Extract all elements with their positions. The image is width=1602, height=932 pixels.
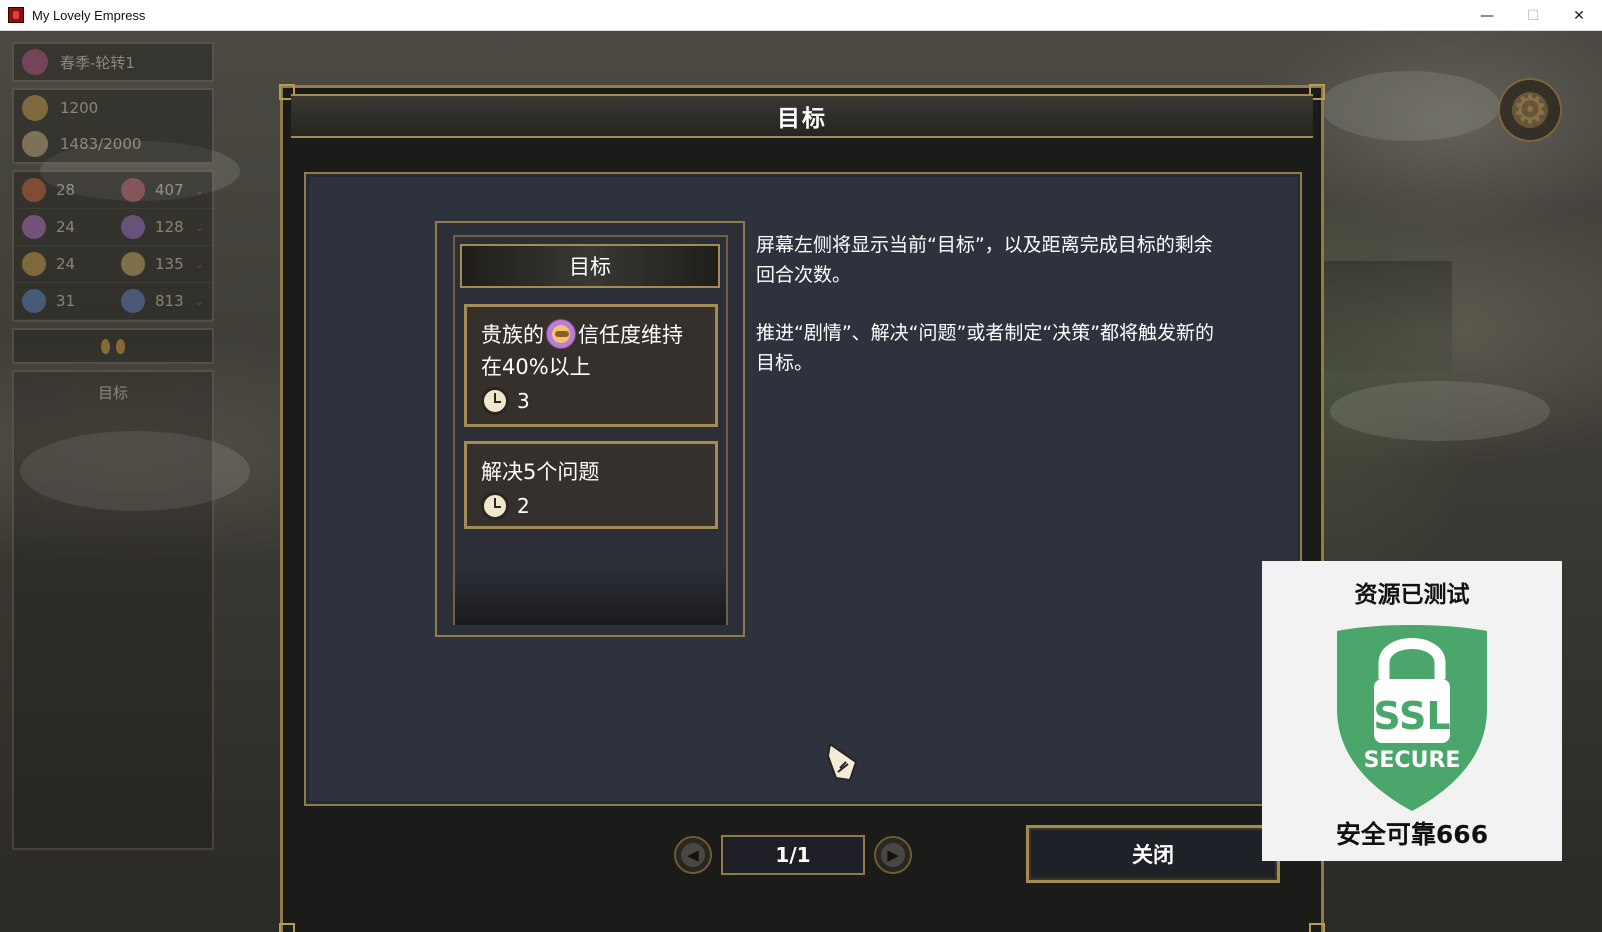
flame-indicator xyxy=(12,328,214,364)
security-watermark: 资源已测试 SSL SECURE 安全可靠666 xyxy=(1262,561,1562,861)
faction-icon xyxy=(22,178,46,202)
game-viewport: 春季-轮转1 1200 1483/2000 28 407 ⌄ 24 128 ⌄ 24… xyxy=(0,31,1602,932)
coin-icon xyxy=(22,95,48,121)
goals-panel-inner xyxy=(453,235,728,625)
faction-stat[interactable]: 813 ⌄ xyxy=(113,283,212,320)
faction-stat[interactable]: 135 ⌄ xyxy=(113,246,212,283)
close-button[interactable]: 关闭 xyxy=(1026,825,1280,883)
chevron-down-icon: ⌄ xyxy=(194,294,204,308)
goal-description: 屏幕左侧将显示当前“目标”，以及距离完成目标的剩余回合次数。 推进“剧情”、解决… xyxy=(756,230,1216,406)
clock-icon xyxy=(481,492,509,520)
next-page-button[interactable]: ▶ xyxy=(873,835,913,875)
goal-turns-value: 3 xyxy=(517,389,530,413)
goal-card: 解决5个问题 2 xyxy=(464,441,718,529)
badge-ssl-text: SSL xyxy=(1373,694,1450,738)
faction-stat[interactable]: 28 xyxy=(14,172,113,209)
window-controls: — ☐ ✕ xyxy=(1464,0,1602,31)
faction-stat[interactable]: 31 xyxy=(14,283,113,320)
faction-stat-value: 28 xyxy=(56,181,76,199)
goal-text-part: 贵族的 xyxy=(481,323,544,347)
goal-text: 解决5个问题 xyxy=(481,460,600,484)
gold-row: 1200 xyxy=(14,90,212,126)
background-cloud xyxy=(1330,381,1550,441)
season-panel: 春季-轮转1 xyxy=(12,42,214,82)
flame-icon xyxy=(101,338,110,354)
window-titlebar: My Lovely Empress — ☐ ✕ xyxy=(0,0,1602,31)
close-window-button[interactable]: ✕ xyxy=(1556,0,1602,31)
goals-panel-header: 目标 xyxy=(460,244,720,288)
faction-stat-value: 24 xyxy=(56,255,76,273)
resource-panel: 1200 1483/2000 xyxy=(12,88,214,164)
season-icon xyxy=(22,49,48,75)
chevron-down-icon: ⌄ xyxy=(194,220,204,234)
goal-sidebar-panel: 目标 xyxy=(12,370,214,850)
faction-stat[interactable]: 407 ⌄ xyxy=(113,172,212,209)
background-cloud xyxy=(1320,71,1500,141)
badge-secure-text: SECURE xyxy=(1364,748,1461,773)
goal-sidebar-button[interactable]: 目标 xyxy=(14,372,212,412)
faction-stat-value: 135 xyxy=(155,255,184,273)
hud-sidebar: 春季-轮转1 1200 1483/2000 28 407 ⌄ 24 128 ⌄ 24… xyxy=(12,42,214,850)
faction-icon xyxy=(22,252,46,276)
faction-stat[interactable]: 128 ⌄ xyxy=(113,209,212,246)
minimize-button[interactable]: — xyxy=(1464,0,1510,31)
flame-icon xyxy=(116,338,125,354)
faction-stat-value: 407 xyxy=(155,181,184,199)
chevron-down-icon: ⌄ xyxy=(194,257,204,271)
population-icon xyxy=(22,131,48,157)
pagination: ◀ 1/1 ▶ xyxy=(673,833,913,877)
modal-header: 目标 xyxy=(291,94,1313,138)
faction-stat-value: 813 xyxy=(155,292,184,310)
description-paragraph: 推进“剧情”、解决“问题”或者制定“决策”都将触发新的目标。 xyxy=(756,322,1215,374)
faction-stats-panel: 28 407 ⌄ 24 128 ⌄ 24 135 ⌄ 31 813 ⌄ xyxy=(12,170,214,322)
capacity-value: 1483/2000 xyxy=(60,135,142,153)
modal-content: 目标 贵族的 信任度维持在40%以上 3 解决5个问题 2 屏幕左侧将显示当前“… xyxy=(304,172,1302,806)
trust-icon xyxy=(546,319,576,349)
faction-icon xyxy=(121,178,145,202)
goal-text: 贵族的 信任度维持在40%以上 xyxy=(481,319,701,383)
modal-title: 目标 xyxy=(777,106,827,132)
app-icon xyxy=(8,7,24,23)
clock-icon xyxy=(481,387,509,415)
faction-stat-value: 31 xyxy=(56,292,76,310)
goal-turns: 3 xyxy=(481,387,701,415)
background-palace xyxy=(1312,261,1452,371)
chevron-down-icon: ⌄ xyxy=(194,183,204,197)
gold-value: 1200 xyxy=(60,99,99,117)
watermark-top-text: 资源已测试 xyxy=(1354,582,1470,608)
goals-modal: 目标 目标 贵族的 信任度维持在40%以上 3 解决5个问题 2 屏幕左侧将显示… xyxy=(279,84,1325,932)
goal-turns-value: 2 xyxy=(517,494,530,518)
frame-corner-ornament xyxy=(279,923,295,932)
faction-stat-value: 24 xyxy=(56,218,76,236)
gear-icon[interactable]: ⚙ xyxy=(1498,78,1562,142)
lock-shield-icon: SSL SECURE xyxy=(1337,625,1487,811)
faction-icon xyxy=(121,215,145,239)
season-label: 春季-轮转1 xyxy=(60,53,135,72)
page-indicator: 1/1 xyxy=(721,835,865,875)
capacity-row: 1483/2000 xyxy=(14,126,212,162)
frame-corner-ornament xyxy=(1309,923,1325,932)
faction-icon xyxy=(22,289,46,313)
season-row: 春季-轮转1 xyxy=(14,44,212,80)
faction-icon xyxy=(121,252,145,276)
maximize-button[interactable]: ☐ xyxy=(1510,0,1556,31)
description-paragraph: 屏幕左侧将显示当前“目标”，以及距离完成目标的剩余回合次数。 xyxy=(756,234,1213,286)
window-title: My Lovely Empress xyxy=(32,7,146,23)
faction-icon xyxy=(121,289,145,313)
hand-cursor-icon xyxy=(826,742,858,782)
watermark-bottom-text: 安全可靠666 xyxy=(1335,820,1489,849)
goals-panel-title: 目标 xyxy=(569,255,611,279)
faction-stat[interactable]: 24 xyxy=(14,209,113,246)
prev-page-button[interactable]: ◀ xyxy=(673,835,713,875)
faction-icon xyxy=(22,215,46,239)
faction-stat-value: 128 xyxy=(155,218,184,236)
faction-stat[interactable]: 24 xyxy=(14,246,113,283)
goal-card: 贵族的 信任度维持在40%以上 3 xyxy=(464,304,718,427)
goal-turns: 2 xyxy=(481,492,701,520)
